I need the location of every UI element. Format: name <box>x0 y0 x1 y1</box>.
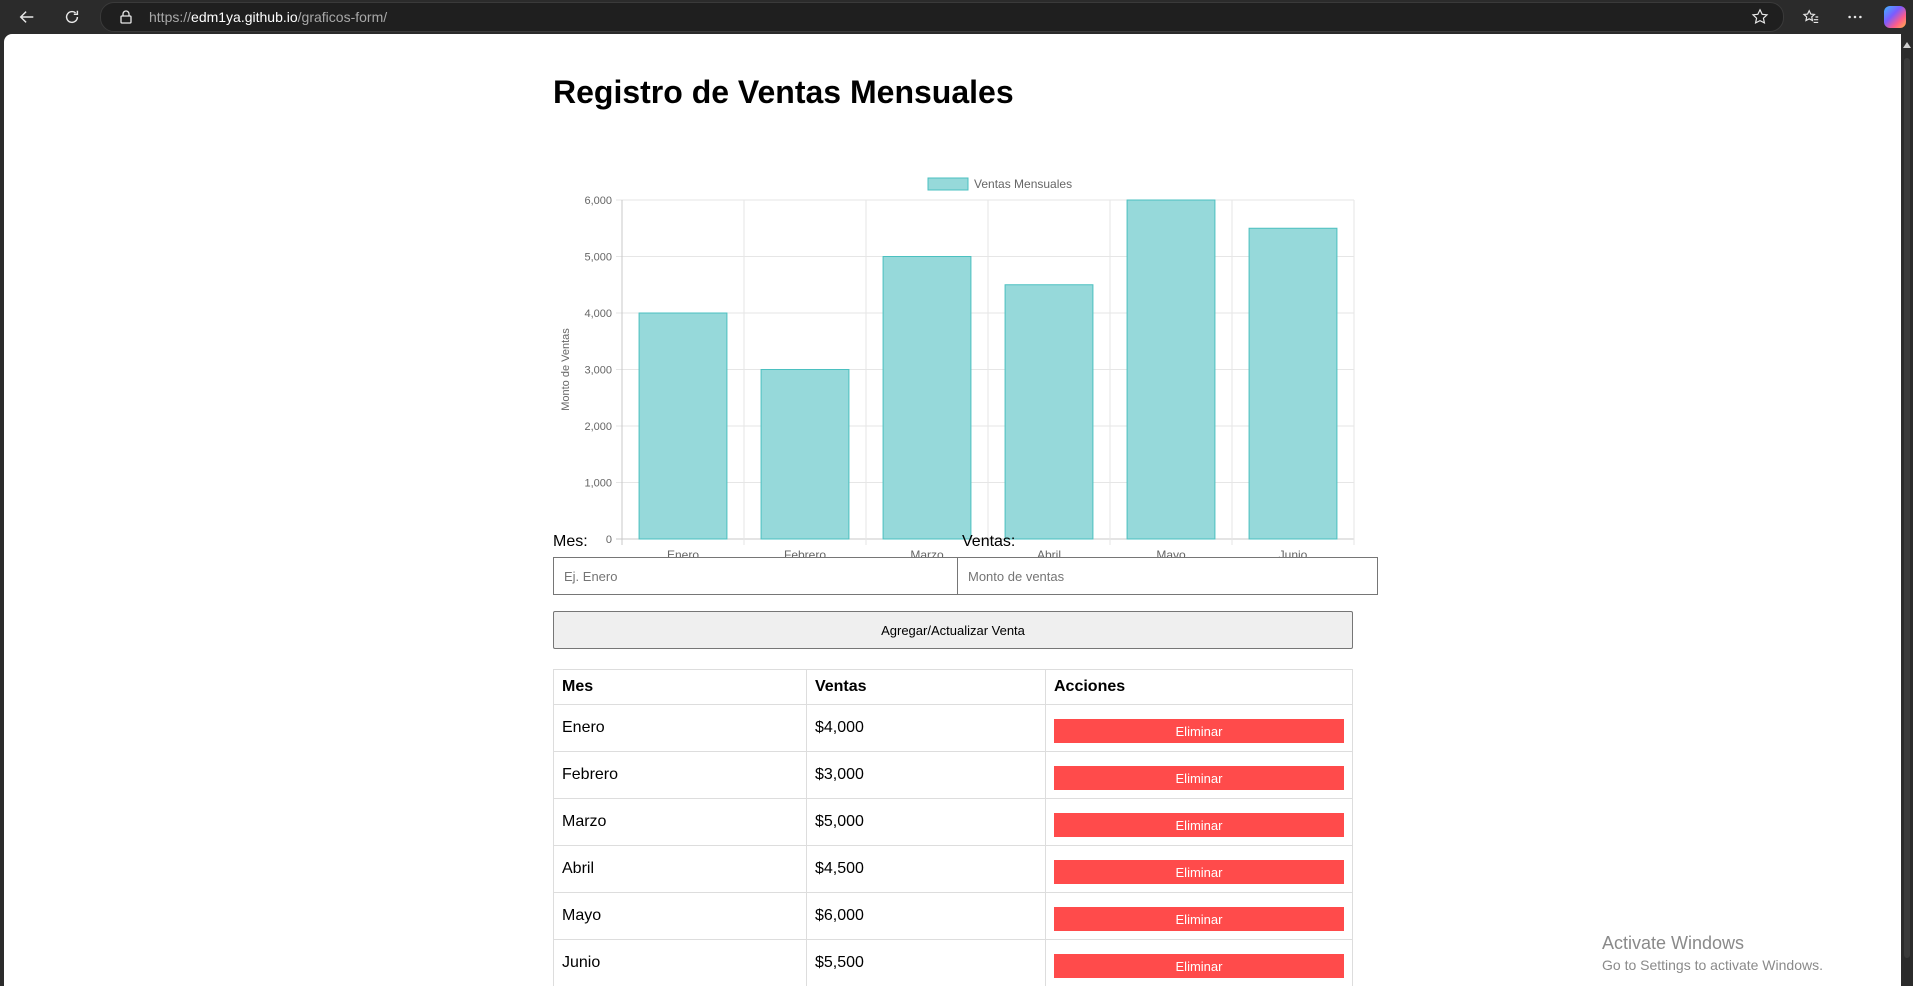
sales-table: Mes Ventas Acciones Enero $4,000 Elimina… <box>553 669 1353 986</box>
y-tick-label: 1,000 <box>584 478 612 490</box>
row-actions: Eliminar <box>1045 939 1353 986</box>
watermark-line2: Go to Settings to activate Windows. <box>1602 957 1823 973</box>
header-mes: Mes <box>553 669 807 705</box>
favorites-button[interactable] <box>1798 4 1824 30</box>
row-actions: Eliminar <box>1045 751 1353 799</box>
delete-button[interactable]: Eliminar <box>1054 766 1344 790</box>
y-axis-title: Monto de Ventas <box>560 328 572 411</box>
scrollbar-thumb[interactable] <box>1904 58 1910 958</box>
table-row: Marzo $5,000 Eliminar <box>553 798 1353 846</box>
row-ventas: $5,000 <box>805 798 1047 846</box>
header-acciones: Acciones <box>1045 669 1353 705</box>
ventas-input[interactable] <box>957 557 1378 595</box>
favorites-list-icon <box>1802 9 1819 23</box>
more-menu-button[interactable] <box>1842 4 1868 30</box>
table-row: Junio $5,500 Eliminar <box>553 939 1353 986</box>
chart-canvas: 01,0002,0003,0004,0005,0006,000Enero Febr… <box>560 177 1355 562</box>
row-ventas: $3,000 <box>805 751 1047 799</box>
row-mes: Junio <box>553 939 807 986</box>
bar-marzo <box>882 256 972 540</box>
page-title: Registro de Ventas Mensuales <box>553 74 1014 110</box>
page-viewport: Registro de Ventas Mensuales 0 1,000 2,000… <box>4 34 1901 986</box>
table-row: Abril $4,500 Eliminar <box>553 845 1353 893</box>
y-tick-label: 2,000 <box>584 421 612 433</box>
sales-table-body: Enero $4,000 Eliminar Febrero $3,000 Eli… <box>553 704 1353 986</box>
y-tick-label: 3,000 <box>584 365 612 377</box>
ventas-label: Ventas: <box>962 533 1016 550</box>
activate-windows-watermark: Activate Windows Go to Settings to activ… <box>1602 933 1823 973</box>
row-actions: Eliminar <box>1045 845 1353 893</box>
bar-mayo <box>1126 199 1216 540</box>
table-row: Febrero $3,000 Eliminar <box>553 751 1353 799</box>
sales-bar-chart: 0 1,000 2,000 3,000 4,000 5,000 6,000 Enero Febr… <box>553 134 1373 564</box>
delete-button[interactable]: Eliminar <box>1054 719 1344 743</box>
row-ventas: $4,000 <box>805 704 1047 752</box>
row-mes: Enero <box>553 704 807 752</box>
delete-button[interactable]: Eliminar <box>1054 860 1344 884</box>
row-actions: Eliminar <box>1045 798 1353 846</box>
mes-input[interactable] <box>553 557 958 595</box>
y-tick-label: 5,000 <box>584 252 612 264</box>
y-tick-label: 4,000 <box>584 308 612 320</box>
row-mes: Marzo <box>553 798 807 846</box>
lock-icon <box>120 10 132 24</box>
table-row: Mayo $6,000 Eliminar <box>553 892 1353 940</box>
refresh-icon <box>65 10 79 24</box>
delete-button[interactable]: Eliminar <box>1054 954 1344 978</box>
row-mes: Abril <box>553 845 807 893</box>
y-tick-label: 6,000 <box>584 195 612 207</box>
back-arrow-icon <box>19 11 34 23</box>
table-header-row: Mes Ventas Acciones <box>553 669 1353 705</box>
delete-button[interactable]: Eliminar <box>1054 813 1344 837</box>
refresh-button[interactable] <box>59 4 85 30</box>
favorite-star-icon[interactable] <box>1751 8 1769 26</box>
row-mes: Febrero <box>553 751 807 799</box>
header-ventas: Ventas <box>805 669 1047 705</box>
url-path: /graficos-form/ <box>297 9 388 25</box>
back-button[interactable] <box>14 4 40 30</box>
row-actions: Eliminar <box>1045 892 1353 940</box>
row-ventas: $6,000 <box>805 892 1047 940</box>
bar-febrero <box>760 369 850 540</box>
add-update-sale-button[interactable]: Agregar/Actualizar Venta <box>553 611 1353 649</box>
url-host: edm1ya.github.io <box>191 9 298 25</box>
bar-abril <box>1004 284 1094 540</box>
watermark-line1: Activate Windows <box>1602 933 1745 953</box>
url-scheme: https:// <box>149 9 192 25</box>
mes-label: Mes: <box>553 533 588 550</box>
row-ventas: $5,500 <box>805 939 1047 986</box>
bar-junio <box>1248 227 1338 540</box>
y-tick-label: 0 <box>606 534 612 546</box>
copilot-icon[interactable] <box>1884 6 1906 28</box>
bar-enero <box>638 312 728 540</box>
browser-toolbar: https://edm1ya.github.io/graficos-form/ <box>0 0 1913 34</box>
address-bar[interactable]: https://edm1ya.github.io/graficos-form/ <box>100 2 1784 32</box>
delete-button[interactable]: Eliminar <box>1054 907 1344 931</box>
row-ventas: $4,500 <box>805 845 1047 893</box>
row-actions: Eliminar <box>1045 704 1353 752</box>
legend-label: Ventas Mensuales <box>974 177 1072 191</box>
more-dots-icon <box>1848 15 1862 19</box>
table-row: Enero $4,000 Eliminar <box>553 704 1353 752</box>
scroll-up-arrow-icon[interactable] <box>1903 42 1911 48</box>
vertical-scrollbar[interactable] <box>1901 34 1913 986</box>
row-mes: Mayo <box>553 892 807 940</box>
url-text: https://edm1ya.github.io/graficos-form/ <box>149 9 387 25</box>
legend-swatch <box>927 177 969 191</box>
